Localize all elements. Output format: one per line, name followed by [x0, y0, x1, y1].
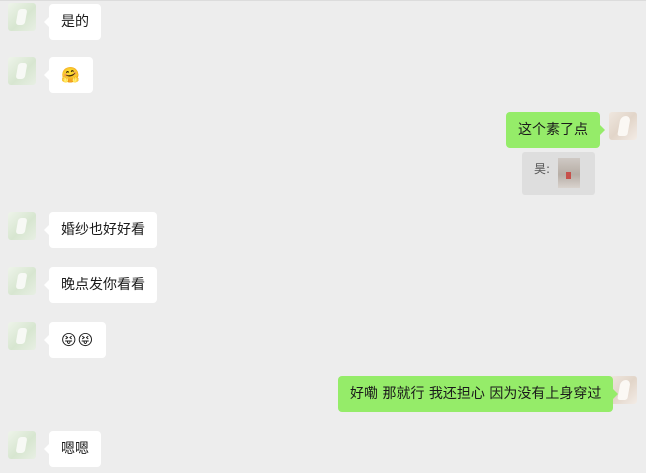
message-text: 好嘞 那就行 我还担心 因为没有上身穿过: [350, 386, 602, 402]
message-emoji: 🤗: [61, 66, 81, 84]
incoming-message[interactable]: 🤗: [44, 57, 93, 93]
top-divider: [0, 0, 646, 1]
incoming-message[interactable]: 是的: [44, 4, 101, 40]
contact-avatar[interactable]: [8, 322, 36, 350]
incoming-message[interactable]: 婚纱也好好看: [44, 212, 157, 248]
quoted-reply[interactable]: 昊:: [522, 152, 595, 195]
message-text: 是的: [61, 14, 89, 30]
outgoing-message[interactable]: 这个素了点: [506, 112, 605, 148]
contact-avatar[interactable]: [8, 3, 36, 31]
incoming-message[interactable]: 😝😝: [43, 322, 107, 358]
outgoing-message[interactable]: 好嘞 那就行 我还担心 因为没有上身穿过: [338, 376, 619, 412]
contact-avatar[interactable]: [8, 212, 36, 240]
incoming-message[interactable]: 晚点发你看看: [44, 267, 157, 303]
contact-avatar[interactable]: [8, 267, 36, 295]
incoming-message[interactable]: 嗯嗯: [44, 431, 101, 467]
message-text: 这个素了点: [518, 122, 588, 138]
message-text: 婚纱也好好看: [61, 222, 145, 238]
quoted-image-thumbnail[interactable]: [558, 158, 580, 188]
message-text: 晚点发你看看: [61, 277, 145, 293]
my-avatar[interactable]: [609, 112, 637, 140]
contact-avatar[interactable]: [8, 431, 36, 459]
quote-sender-label: 昊:: [534, 162, 551, 176]
message-text: 嗯嗯: [61, 441, 89, 457]
message-emoji: 😝😝: [61, 331, 95, 349]
contact-avatar[interactable]: [8, 57, 36, 85]
